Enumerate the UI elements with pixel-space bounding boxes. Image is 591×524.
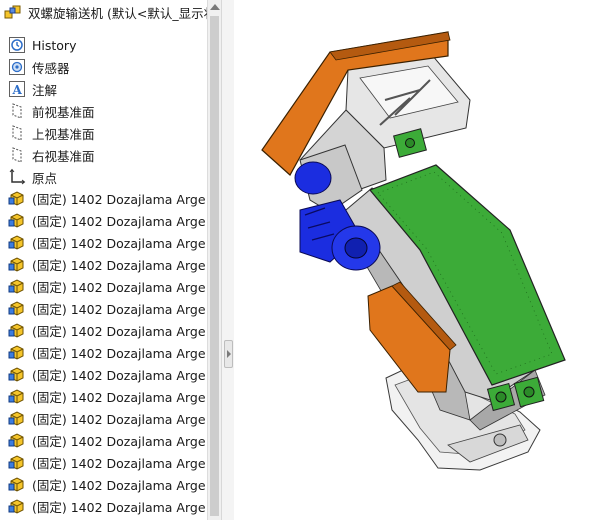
origin-icon	[8, 168, 26, 186]
tree-item-part[interactable]: (固定) 1402 Dozajlama Arge Ru	[0, 275, 207, 297]
part-icon	[8, 497, 26, 515]
tree-item-label: (固定) 1402 Dozajlama Arge Ru	[32, 323, 207, 339]
part-icon	[8, 189, 26, 207]
tree-root-assembly[interactable]: 双螺旋输送机 (默认<默认_显示状态-1>)	[0, 1, 207, 23]
tree-item-label: 原点	[32, 170, 58, 186]
tree-scrollbar[interactable]	[207, 0, 222, 520]
tree-item-part[interactable]: (固定) 1402 Dozajlama Arge Ru	[0, 187, 207, 209]
tree-item-annotations[interactable]: A 注解	[0, 78, 207, 100]
tree-item-label: 右视基准面	[32, 148, 95, 164]
collapse-panel-arrow-icon[interactable]	[224, 340, 233, 368]
tree-item-part[interactable]: (固定) 1402 Dozajlama Arge Ru	[0, 407, 207, 429]
plane-icon	[8, 124, 26, 142]
svg-text:A: A	[12, 83, 23, 97]
blue-motor-upper	[294, 161, 332, 195]
graphics-viewport[interactable]	[234, 0, 591, 520]
part-icon	[8, 409, 26, 427]
tree-item-part[interactable]: (固定) 1402 Dozajlama Arge Ru	[0, 385, 207, 407]
tree-item-label: (固定) 1402 Dozajlama Arge Ru	[32, 213, 207, 229]
panel-splitter[interactable]	[221, 0, 235, 520]
tree-item-history[interactable]: History	[0, 34, 207, 56]
feature-tree: 双螺旋输送机 (默认<默认_显示状态-1>) History 传感器 A 注解 …	[0, 0, 207, 520]
tree-item-label: 前视基准面	[32, 104, 95, 120]
tree-item-label: 传感器	[32, 60, 70, 76]
tree-item-top-plane[interactable]: 上视基准面	[0, 122, 207, 144]
part-icon	[8, 233, 26, 251]
tree-item-origin[interactable]: 原点	[0, 166, 207, 188]
part-icon	[8, 475, 26, 493]
tree-item-part[interactable]: (固定) 1402 Dozajlama Arge Ru	[0, 341, 207, 363]
plane-icon	[8, 146, 26, 164]
tree-item-part[interactable]: (固定) 1402 Dozajlama Arge Ru	[0, 253, 207, 275]
tree-item-part[interactable]: (固定) 1402 Dozajlama Arge Ru	[0, 209, 207, 231]
plane-icon	[8, 102, 26, 120]
tree-item-part[interactable]: (固定) 1402 Dozajlama Arge Ru	[0, 473, 207, 495]
tree-item-label: (固定) 1402 Dozajlama Arge Ru	[32, 345, 207, 361]
tree-item-label: (固定) 1402 Dozajlama Arge Ru	[32, 455, 207, 471]
tree-item-part[interactable]: (固定) 1402 Dozajlama Arge Ru	[0, 451, 207, 473]
tree-item-label: (固定) 1402 Dozajlama Arge Ru	[32, 367, 207, 383]
history-icon	[8, 36, 26, 54]
part-icon	[8, 277, 26, 295]
tree-item-label: (固定) 1402 Dozajlama Arge Ru	[32, 433, 207, 449]
tree-item-right-plane[interactable]: 右视基准面	[0, 144, 207, 166]
tree-root-label: 双螺旋输送机 (默认<默认_显示状态-1>)	[28, 5, 207, 21]
tree-item-part[interactable]: (固定) 1402 Dozajlama Arge Ru	[0, 495, 207, 517]
tree-item-part[interactable]: (固定) 1402 Dozajlama Arge Ru	[0, 319, 207, 341]
part-icon	[8, 321, 26, 339]
tree-item-front-plane[interactable]: 前视基准面	[0, 100, 207, 122]
part-icon	[8, 453, 26, 471]
sensor-icon	[8, 58, 26, 76]
tree-item-label: (固定) 1402 Dozajlama Arge Ru	[32, 499, 207, 515]
part-icon	[8, 431, 26, 449]
assembly-3d-model[interactable]	[234, 0, 591, 520]
tree-item-label: 上视基准面	[32, 126, 95, 142]
tree-item-part[interactable]: (固定) 1402 Dozajlama Arge Ru	[0, 297, 207, 319]
tree-item-label: (固定) 1402 Dozajlama Arge Ru	[32, 235, 207, 251]
annotation-icon: A	[8, 80, 26, 98]
tree-item-label: 注解	[32, 82, 58, 98]
part-icon	[8, 343, 26, 361]
part-icon	[8, 365, 26, 383]
part-icon	[8, 387, 26, 405]
tree-item-label: (固定) 1402 Dozajlama Arge Ru	[32, 301, 207, 317]
tree-item-label: (固定) 1402 Dozajlama Arge Ru	[32, 389, 207, 405]
tree-item-sensors[interactable]: 传感器	[0, 56, 207, 78]
tree-item-part[interactable]: (固定) 1402 Dozajlama Arge Ru	[0, 429, 207, 451]
tree-item-label: (固定) 1402 Dozajlama Arge Ru	[32, 477, 207, 493]
part-icon	[8, 299, 26, 317]
tree-item-part[interactable]: (固定) 1402 Dozajlama Arge Ru	[0, 231, 207, 253]
tree-item-part[interactable]: (固定) 1402 Dozajlama Arge Ru	[0, 363, 207, 385]
tree-item-label: (固定) 1402 Dozajlama Arge Ru	[32, 279, 207, 295]
assembly-icon	[4, 3, 22, 21]
tree-item-label: History	[32, 37, 77, 53]
tree-item-label: (固定) 1402 Dozajlama Arge Ru	[32, 411, 207, 427]
tree-item-label: (固定) 1402 Dozajlama Arge Ru	[32, 257, 207, 273]
part-icon	[8, 211, 26, 229]
scroll-up-arrow-icon[interactable]	[210, 4, 220, 10]
scrollbar-thumb[interactable]	[210, 16, 219, 516]
tree-item-label: (固定) 1402 Dozajlama Arge Ru	[32, 191, 207, 207]
part-icon	[8, 255, 26, 273]
